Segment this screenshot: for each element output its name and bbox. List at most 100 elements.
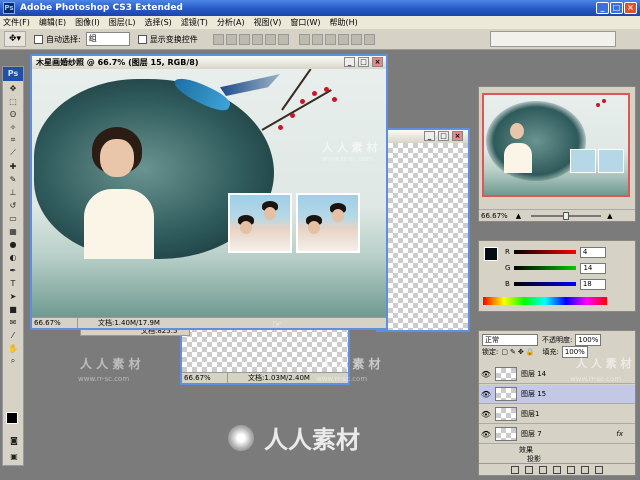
adjustment-layer-icon[interactable] (553, 465, 561, 474)
navigator-preview[interactable] (482, 93, 630, 197)
new-layer-icon[interactable] (581, 465, 589, 474)
add-style-icon[interactable] (525, 465, 533, 474)
lock-all-icon[interactable]: 🔒 (526, 348, 535, 356)
zoom-out-icon[interactable]: ▲ (516, 212, 521, 220)
minimize-button[interactable]: _ (596, 2, 609, 14)
maximize-doc-button[interactable]: □ (358, 57, 369, 67)
menu-image[interactable]: 图像(I) (75, 17, 100, 28)
layer-row[interactable]: 👁 图层1 (479, 405, 635, 424)
eyedropper-tool-icon[interactable]: ⁄ (4, 329, 22, 341)
gradient-tool-icon[interactable]: ▦ (4, 225, 22, 237)
layer-row[interactable]: 👁 图层 7 fx (479, 425, 635, 444)
type-tool-icon[interactable]: T (4, 277, 22, 289)
shape-tool-icon[interactable]: ■ (4, 303, 22, 315)
eye-icon[interactable]: 👁 (479, 390, 493, 399)
eye-icon[interactable]: 👁 (479, 430, 493, 439)
zoom-readout[interactable]: 66.67% (32, 318, 78, 328)
document-window-main[interactable]: 木星画婚纱照 @ 66.7% (图层 15, RGB/8) _ □ × 人 人 … (30, 54, 388, 330)
zoom-tool-icon[interactable]: ⌕ (4, 355, 22, 367)
lock-transparent-icon[interactable]: ▢ (501, 348, 508, 356)
color-spectrum-bar[interactable] (483, 297, 607, 305)
auto-select-checkbox[interactable] (34, 34, 43, 44)
align-right-icon[interactable] (277, 33, 289, 45)
auto-select-dropdown[interactable]: 组 (85, 32, 130, 46)
lasso-tool-icon[interactable]: ʘ (4, 108, 22, 120)
show-transform-checkbox[interactable] (137, 34, 147, 44)
menu-select[interactable]: 选择(S) (144, 17, 171, 28)
eraser-tool-icon[interactable]: ▭ (4, 212, 22, 224)
menu-filter[interactable]: 滤镜(T) (181, 17, 208, 28)
blue-slider[interactable] (513, 282, 576, 286)
align-hcenter-icon[interactable] (264, 33, 276, 45)
menu-help[interactable]: 帮助(H) (330, 17, 358, 28)
green-input[interactable]: 14 (580, 262, 607, 274)
distribute-hcenter-icon[interactable] (350, 33, 362, 45)
close-doc-button[interactable]: × (372, 57, 383, 67)
align-bottom-icon[interactable] (238, 33, 250, 45)
document-window-middle[interactable]: _ □ × (376, 128, 470, 332)
clone-stamp-tool-icon[interactable]: ⊥ (4, 186, 22, 198)
close-button[interactable]: × (624, 2, 637, 14)
foreground-color-swatch[interactable] (6, 412, 18, 424)
opacity-input[interactable]: 100% (575, 333, 602, 346)
layer-row-selected[interactable]: 👁 图层 15 (479, 385, 635, 404)
red-slider[interactable] (513, 250, 576, 254)
distribute-left-icon[interactable] (337, 33, 349, 45)
green-slider[interactable] (514, 266, 577, 270)
distribute-right-icon[interactable] (363, 33, 375, 45)
add-mask-icon[interactable] (539, 465, 547, 474)
couple-thumbnail-2 (296, 193, 360, 253)
align-vcenter-icon[interactable] (225, 33, 237, 45)
screen-mode-icon[interactable]: ▣ (5, 450, 23, 462)
close-doc-button[interactable]: × (452, 131, 463, 141)
menu-view[interactable]: 视图(V) (254, 17, 282, 28)
quick-mask-icon[interactable]: ◙ (5, 434, 23, 446)
zoom-in-icon[interactable]: ▲ (607, 212, 612, 220)
hand-tool-icon[interactable]: ✋ (4, 342, 22, 354)
minimize-doc-button[interactable]: _ (344, 57, 355, 67)
maximize-doc-button[interactable]: □ (438, 131, 449, 141)
navigator-zoom-slider[interactable] (531, 211, 602, 220)
distribute-top-icon[interactable] (298, 33, 310, 45)
marquee-tool-icon[interactable]: ⬚ (4, 95, 22, 107)
healing-brush-tool-icon[interactable]: ✚ (4, 160, 22, 172)
menu-layer[interactable]: 图层(L) (109, 17, 136, 28)
layer-fx-icon[interactable]: fx (616, 430, 623, 438)
link-layers-icon[interactable] (511, 465, 519, 474)
eye-icon[interactable]: 👁 (479, 410, 493, 419)
slider-knob[interactable] (563, 211, 570, 220)
brush-tool-icon[interactable]: ✎ (4, 173, 22, 185)
eye-icon[interactable]: 👁 (479, 370, 493, 379)
zoom-readout[interactable]: 66.67% (182, 373, 228, 383)
lock-image-icon[interactable]: ✎ (510, 348, 516, 356)
menu-analysis[interactable]: 分析(A) (217, 17, 245, 28)
move-tool-preset-icon[interactable]: ✥▾ (4, 31, 26, 47)
slice-tool-icon[interactable]: ⟋ (4, 147, 22, 159)
blend-mode-dropdown[interactable]: 正常 (482, 333, 538, 346)
pen-tool-icon[interactable]: ✒ (4, 264, 22, 276)
crop-tool-icon[interactable]: ⌗ (4, 134, 22, 146)
minimize-doc-button[interactable]: _ (424, 131, 435, 141)
align-top-icon[interactable] (212, 33, 224, 45)
menu-edit[interactable]: 编辑(E) (39, 17, 66, 28)
distribute-bottom-icon[interactable] (324, 33, 336, 45)
align-left-icon[interactable] (251, 33, 263, 45)
delete-layer-icon[interactable] (595, 465, 603, 474)
lock-position-icon[interactable]: ✥ (518, 348, 524, 356)
notes-tool-icon[interactable]: ✉ (4, 316, 22, 328)
blur-tool-icon[interactable]: ● (4, 238, 22, 250)
menu-window[interactable]: 窗口(W) (290, 17, 320, 28)
move-tool-icon[interactable]: ✥ (4, 82, 22, 94)
menu-file[interactable]: 文件(F) (3, 17, 30, 28)
dodge-tool-icon[interactable]: ◐ (4, 251, 22, 263)
foreground-color-swatch[interactable] (484, 247, 498, 261)
new-group-icon[interactable] (567, 465, 575, 474)
history-brush-tool-icon[interactable]: ↺ (4, 199, 22, 211)
magic-wand-tool-icon[interactable]: ✧ (4, 121, 22, 133)
path-selection-tool-icon[interactable]: ➤ (4, 290, 22, 302)
maximize-button[interactable]: □ (610, 2, 623, 14)
red-input[interactable]: 4 (579, 246, 606, 258)
navigator-zoom[interactable]: 66.67% (481, 212, 508, 220)
blue-input[interactable]: 18 (579, 278, 606, 290)
distribute-vcenter-icon[interactable] (311, 33, 323, 45)
